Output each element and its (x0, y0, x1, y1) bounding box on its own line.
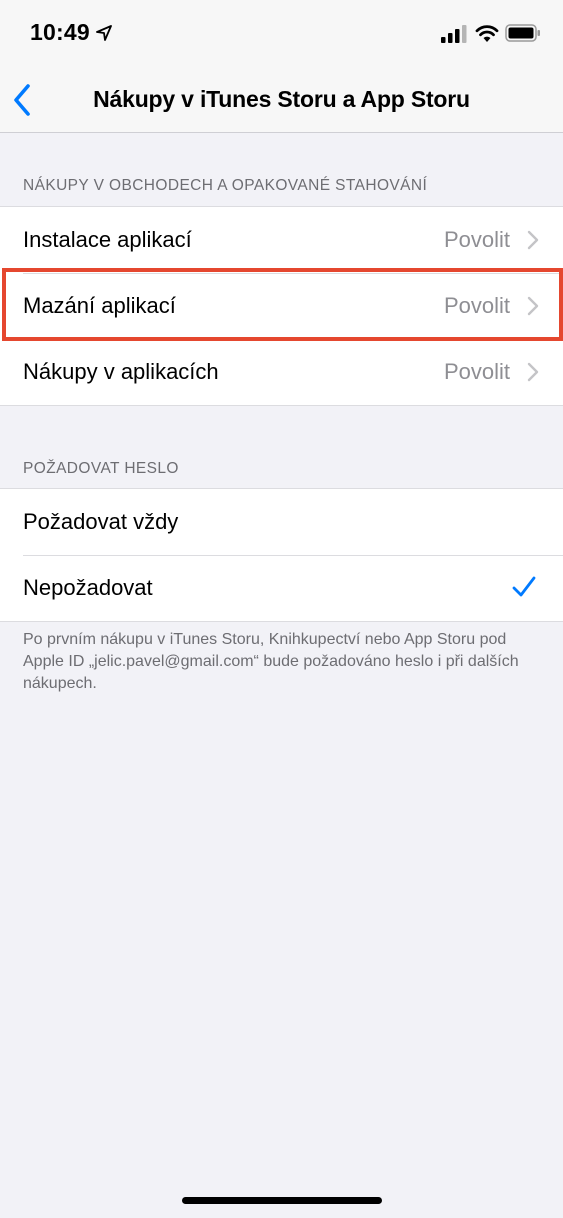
navigation-bar: Nákupy v iTunes Storu a App Storu (0, 68, 563, 133)
chevron-right-icon (527, 230, 539, 250)
row-require-always[interactable]: Požadovat vždy (0, 489, 563, 555)
row-in-app-purchases[interactable]: Nákupy v aplikacích Povolit (0, 339, 563, 405)
row-label: Nákupy v aplikacích (23, 359, 219, 384)
page-title: Nákupy v iTunes Storu a App Storu (93, 86, 470, 112)
password-group: Požadovat vždy Nepožadovat (0, 488, 563, 622)
wifi-icon (475, 25, 499, 42)
row-value: Povolit (443, 359, 510, 384)
highlight-box (2, 268, 563, 341)
status-bar: 10:49 (0, 0, 563, 68)
row-label: Nepožadovat (23, 575, 153, 600)
signal-icon (441, 25, 467, 43)
home-indicator[interactable] (182, 1197, 382, 1204)
section-header-purchases: NÁKUPY V OBCHODECH A OPAKOVANÉ STAHOVÁNÍ (23, 177, 428, 194)
section-header-password: POŽADOVAT HESLO (23, 460, 179, 477)
checkmark-icon (512, 576, 536, 597)
location-arrow-icon (96, 25, 112, 41)
row-install-apps[interactable]: Instalace aplikací Povolit (0, 207, 563, 273)
row-label: Požadovat vždy (23, 509, 179, 534)
password-footer-note: Po prvním nákupu v iTunes Storu, Knihkup… (23, 631, 519, 692)
row-label: Instalace aplikací (23, 227, 192, 252)
row-do-not-require[interactable]: Nepožadovat (0, 555, 563, 621)
row-value: Povolit (443, 227, 510, 252)
battery-icon (505, 24, 540, 42)
chevron-right-icon (527, 362, 539, 382)
status-time: 10:49 (30, 19, 90, 45)
